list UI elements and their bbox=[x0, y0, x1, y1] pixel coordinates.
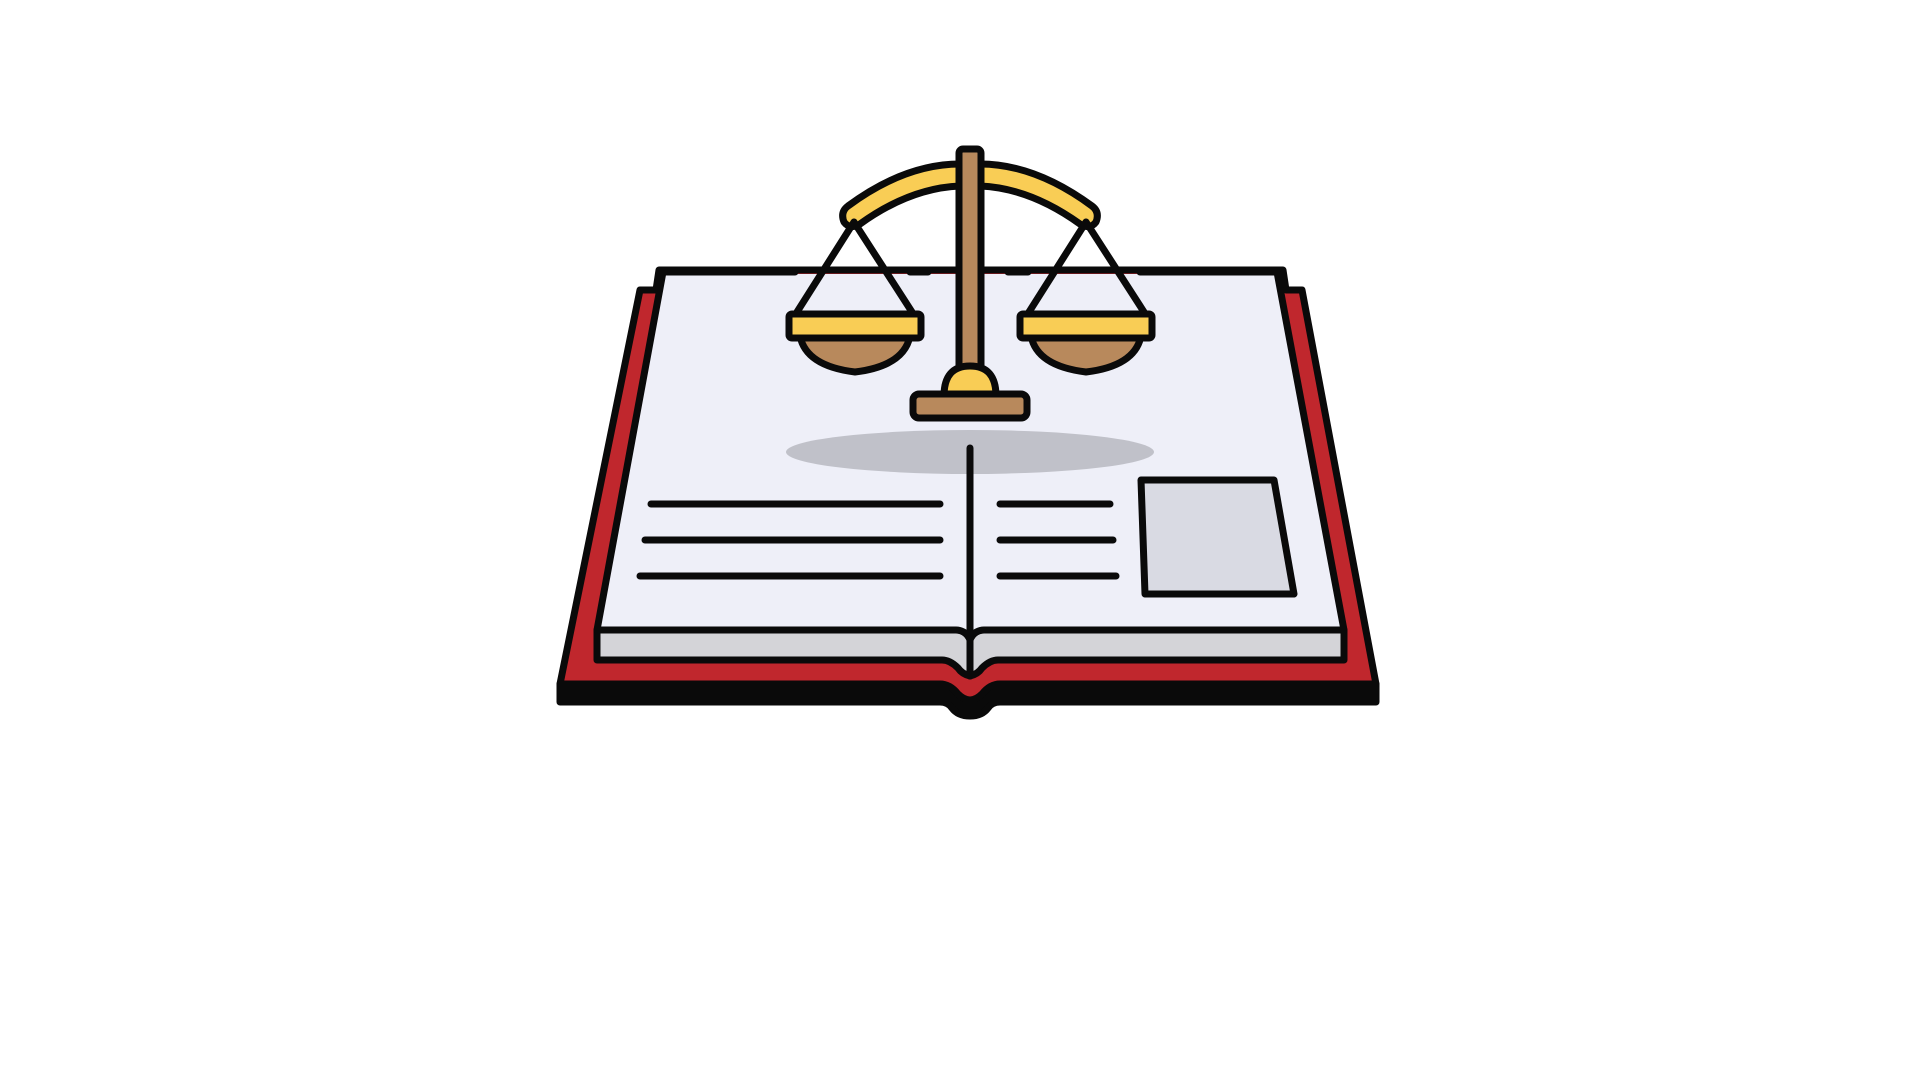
right-pan-rim bbox=[1016, 310, 1156, 342]
illustration-canvas bbox=[0, 0, 1920, 1080]
left-pan-rim bbox=[785, 310, 925, 342]
scale-base bbox=[909, 390, 1031, 422]
law-book-illustration bbox=[556, 145, 1380, 720]
picture-box bbox=[1137, 476, 1298, 598]
scale-pillar bbox=[955, 145, 985, 379]
